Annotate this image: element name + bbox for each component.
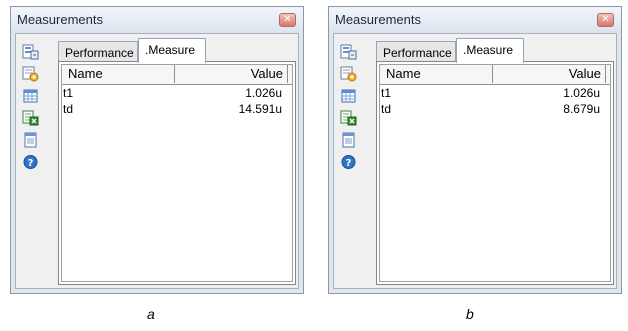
list-view[interactable]: Name Value t1 1.026u td 14.591u [61, 64, 293, 282]
list-rows: t1 1.026u td 14.591u [62, 85, 292, 117]
window-client: ? Performance .Measure Name Value t1 1.0… [15, 33, 299, 289]
svg-text:?: ? [28, 158, 34, 169]
tab-performance[interactable]: Performance [376, 41, 456, 62]
svg-text:?: ? [346, 158, 352, 169]
column-header-name[interactable]: Name [380, 65, 493, 83]
window-title: Measurements [17, 12, 103, 27]
table-row[interactable]: td 8.679u [380, 101, 610, 117]
row-value: 1.026u [245, 86, 282, 100]
tab-measure[interactable]: .Measure [138, 38, 206, 63]
row-value: 14.591u [238, 102, 282, 116]
close-button[interactable]: ✕ [279, 13, 296, 27]
settings-icon[interactable] [340, 66, 357, 82]
excel-export-icon[interactable] [340, 110, 357, 126]
column-header-value[interactable]: Value [494, 65, 606, 83]
list-header: Name Value [380, 65, 610, 85]
column-header-name[interactable]: Name [62, 65, 175, 83]
table-export-icon[interactable] [22, 44, 39, 60]
list-header: Name Value [62, 65, 292, 85]
table-row[interactable]: t1 1.026u [62, 85, 292, 101]
list-rows: t1 1.026u td 8.679u [380, 85, 610, 117]
window-client: ? Performance .Measure Name Value t1 1.0… [333, 33, 617, 289]
settings-icon[interactable] [22, 66, 39, 82]
column-header-value[interactable]: Value [176, 65, 288, 83]
figure-caption-a: a [147, 306, 155, 322]
figure-caption-b: b [466, 306, 474, 322]
grid-icon[interactable] [22, 88, 39, 104]
row-value: 1.026u [563, 86, 600, 100]
tab-measure[interactable]: .Measure [456, 38, 524, 63]
table-row[interactable]: td 14.591u [62, 101, 292, 117]
window-title: Measurements [335, 12, 421, 27]
row-name: t1 [63, 86, 74, 100]
tab-performance[interactable]: Performance [58, 41, 138, 62]
close-button[interactable]: ✕ [597, 13, 614, 27]
document-icon[interactable] [22, 132, 39, 148]
title-bar[interactable]: Measurements ✕ [329, 7, 621, 33]
table-export-icon[interactable] [340, 44, 357, 60]
excel-export-icon[interactable] [22, 110, 39, 126]
row-name: td [381, 102, 392, 116]
document-icon[interactable] [340, 132, 357, 148]
row-value: 8.679u [563, 102, 600, 116]
title-bar[interactable]: Measurements ✕ [11, 7, 303, 33]
measurements-window-b: Measurements ✕ ? Performance .Measure Na… [328, 6, 622, 294]
close-icon: ✕ [283, 14, 292, 25]
help-icon[interactable]: ? [22, 154, 39, 170]
row-name: td [63, 102, 74, 116]
grid-icon[interactable] [340, 88, 357, 104]
row-name: t1 [381, 86, 392, 100]
help-icon[interactable]: ? [340, 154, 357, 170]
close-icon: ✕ [601, 14, 610, 25]
measurement-list: Name Value t1 1.026u td 14.591u [58, 61, 296, 285]
list-view[interactable]: Name Value t1 1.026u td 8.679u [379, 64, 611, 282]
measurements-window-a: Measurements ✕ ? Performance .Measure Na… [10, 6, 304, 294]
measurement-list: Name Value t1 1.026u td 8.679u [376, 61, 614, 285]
table-row[interactable]: t1 1.026u [380, 85, 610, 101]
